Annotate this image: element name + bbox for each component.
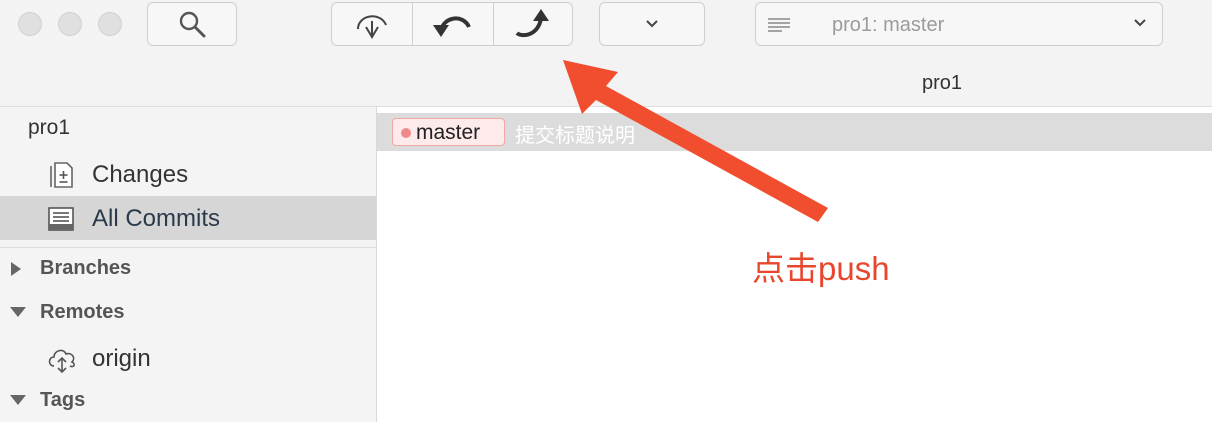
close-window-button[interactable] bbox=[18, 12, 42, 36]
commits-icon bbox=[48, 207, 74, 231]
stash-button[interactable] bbox=[599, 2, 1050, 152]
stash-dropdown[interactable] bbox=[600, 3, 704, 45]
section-label: Tags bbox=[40, 389, 86, 411]
commit-title: 提交标题说明 bbox=[515, 125, 635, 147]
push-button[interactable] bbox=[493, 2, 573, 46]
branch-tag[interactable]: master bbox=[392, 118, 505, 146]
sidebar-item-all-commits[interactable]: All Commits bbox=[0, 196, 376, 240]
sidebar-section-tags[interactable]: Tags bbox=[0, 385, 376, 417]
sidebar-section-remotes[interactable]: Remotes bbox=[0, 297, 376, 329]
sync-button-group bbox=[331, 2, 573, 46]
chevron-down-icon bbox=[646, 20, 658, 28]
window-title: pro1 bbox=[922, 72, 963, 94]
section-label: Branches bbox=[40, 257, 132, 279]
sidebar-item-origin[interactable]: origin bbox=[0, 336, 376, 380]
zoom-window-button[interactable] bbox=[98, 12, 122, 36]
disclosure-right-icon bbox=[11, 262, 21, 276]
chevron-down-icon bbox=[1134, 19, 1146, 27]
pull-button[interactable] bbox=[412, 2, 493, 46]
section-label: Remotes bbox=[40, 301, 125, 323]
sidebar-section-branches[interactable]: Branches bbox=[0, 253, 376, 285]
fetch-button[interactable] bbox=[331, 2, 412, 46]
minimize-window-button[interactable] bbox=[58, 12, 82, 36]
sidebar-item-label: origin bbox=[92, 345, 151, 372]
list-icon bbox=[768, 18, 790, 32]
disclosure-down-icon bbox=[10, 395, 26, 405]
toolbar: pro1: master pro1 bbox=[0, 0, 1212, 152]
sidebar-divider bbox=[0, 247, 376, 248]
pull-icon bbox=[433, 16, 471, 37]
search-button[interactable] bbox=[147, 2, 237, 46]
sidebar-repo-name: pro1 bbox=[28, 116, 71, 139]
sidebar-item-label: All Commits bbox=[92, 205, 221, 232]
disclosure-down-icon bbox=[10, 307, 26, 317]
cloud-icon bbox=[48, 349, 75, 374]
fetch-icon bbox=[357, 15, 387, 39]
branch-tag-label: master bbox=[416, 121, 481, 144]
commit-row[interactable]: master 提交标题说明 bbox=[377, 113, 1212, 151]
annotation-text: 点击push bbox=[752, 250, 890, 287]
search-icon bbox=[179, 11, 206, 38]
sidebar: pro1 Changes All Commits Branches Remote… bbox=[0, 107, 377, 422]
sidebar-item-label: Changes bbox=[92, 161, 189, 188]
changes-icon bbox=[50, 162, 73, 188]
repository-branch-selector[interactable]: pro1: master bbox=[755, 2, 1163, 46]
repo-selector-label: pro1: master bbox=[832, 14, 945, 36]
push-icon bbox=[515, 9, 549, 38]
branch-dot-icon bbox=[401, 128, 411, 138]
sidebar-item-changes[interactable]: Changes bbox=[0, 152, 376, 196]
